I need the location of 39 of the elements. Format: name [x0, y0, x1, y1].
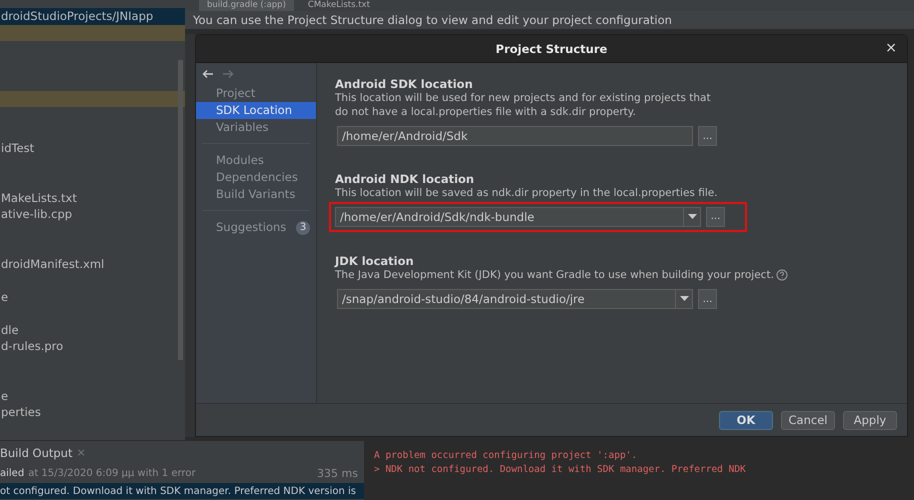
browse-button[interactable]: ...	[706, 206, 725, 226]
close-button[interactable]: ×	[883, 40, 899, 56]
sidebar-item[interactable]: Dependencies	[196, 169, 316, 186]
sidebar-item[interactable]: Project	[196, 85, 316, 102]
dropdown-arrow-icon[interactable]	[680, 296, 688, 302]
browse-button[interactable]: ...	[698, 126, 717, 146]
dialog-button[interactable]: Apply	[843, 410, 897, 430]
path-field[interactable]: /home/er/Android/Sdk/ndk-bundle	[335, 206, 701, 226]
browse-button[interactable]: ...	[698, 289, 717, 309]
dialog-button[interactable]: Cancel	[781, 410, 835, 430]
sidebar-item[interactable]: Variables	[196, 119, 316, 136]
path-field[interactable]: /home/er/Android/Sdk	[337, 126, 693, 146]
section-title: Android NDK location	[335, 172, 476, 187]
dialog-button[interactable]: OK	[719, 410, 773, 430]
error-log-line: > NDK not configured. Download it with SDK manager. Preferred NDK	[374, 463, 747, 477]
error-log-line: A problem occurred configuring project ':app'.	[374, 449, 638, 463]
sidebar-item[interactable]: Suggestions 3	[196, 219, 316, 236]
dialog-title: Project Structure	[496, 42, 608, 56]
editor-tab[interactable]: build.gradle (:app)	[199, 0, 294, 11]
sidebar-item[interactable]: SDK Location	[196, 102, 316, 119]
section-description: This location will be saved as ndk.dir property in the local.properties file.	[335, 187, 718, 200]
tree-row[interactable]: droidStudioProjects/JNIapp	[0, 8, 185, 24]
back-arrow-icon[interactable]	[202, 69, 214, 79]
build-message[interactable]: ailed at 15/3/2020 6:09 μμ with 1 error	[0, 468, 318, 478]
editor-tab[interactable]: CMakeLists.txt	[300, 0, 378, 11]
info-banner: You can use the Project Structure dialog to view and edit your project configuration	[185, 11, 914, 29]
sidebar-item[interactable]: Modules	[196, 152, 316, 169]
section-description: The Java Development Kit (JDK) you want Gradle to use when building your project.	[335, 268, 774, 282]
count-badge: 3	[296, 220, 310, 234]
help-icon[interactable]	[776, 269, 788, 282]
panel-tab[interactable]: Build Output	[0, 446, 72, 460]
highlighted-row[interactable]	[0, 24, 185, 41]
section-title: JDK location	[335, 254, 415, 268]
section-title: Android SDK location	[335, 77, 474, 92]
duration-label: 335 ms	[317, 466, 359, 480]
path-field[interactable]: /snap/android-studio/84/android-studio/jre	[337, 289, 693, 309]
section-description: This location will be used for new projects and for existing projects that do not have a local.properties file with a sdk.dir property.	[335, 92, 712, 119]
dropdown-arrow-icon[interactable]	[688, 214, 696, 220]
sidebar-item[interactable]: Build Variants	[196, 186, 316, 203]
